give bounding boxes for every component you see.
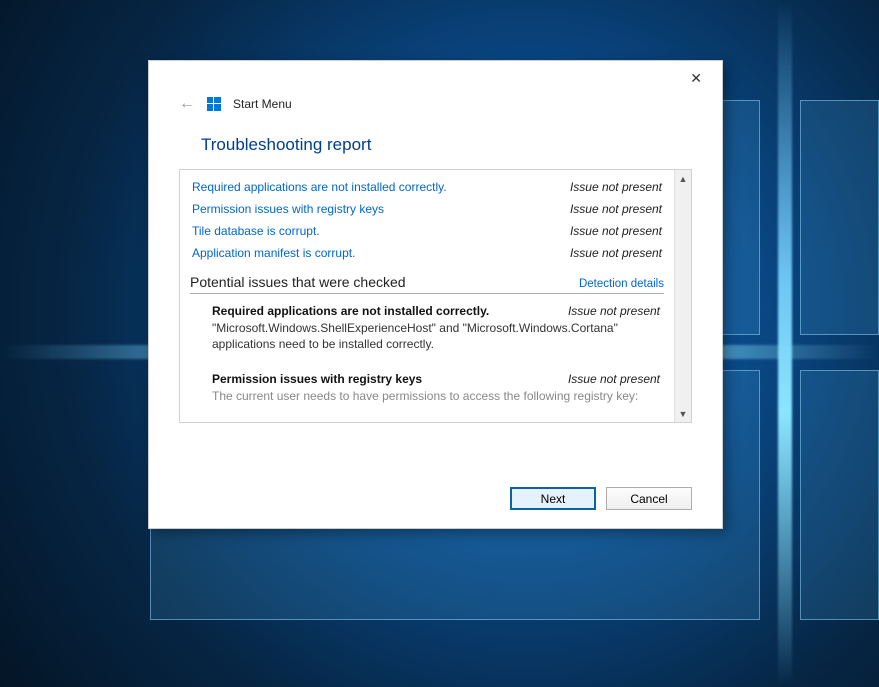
- detail-status: Issue not present: [568, 372, 660, 386]
- back-arrow-icon[interactable]: ←: [179, 95, 195, 113]
- detail-item: Permission issues with registry keys Iss…: [190, 362, 664, 414]
- issue-link[interactable]: Required applications are not installed …: [192, 180, 447, 194]
- section-title: Potential issues that were checked: [190, 274, 406, 290]
- detection-details-link[interactable]: Detection details: [579, 278, 664, 290]
- report-panel: Required applications are not installed …: [179, 169, 692, 423]
- detail-item: Required applications are not installed …: [190, 294, 664, 362]
- scrollbar[interactable]: ▲ ▼: [674, 170, 691, 422]
- titlebar: ✕: [149, 61, 722, 95]
- issue-row: Required applications are not installed …: [190, 176, 664, 198]
- issue-row: Application manifest is corrupt. Issue n…: [190, 242, 664, 264]
- scroll-down-icon[interactable]: ▼: [675, 405, 691, 422]
- troubleshooter-dialog: ✕ ← Start Menu Troubleshooting report Re…: [148, 60, 723, 529]
- issue-link[interactable]: Application manifest is corrupt.: [192, 246, 355, 260]
- issue-status: Issue not present: [570, 202, 662, 216]
- detail-description: The current user needs to have permissio…: [210, 388, 662, 412]
- scroll-up-icon[interactable]: ▲: [675, 170, 691, 187]
- issue-row: Permission issues with registry keys Iss…: [190, 198, 664, 220]
- issue-status: Issue not present: [570, 180, 662, 194]
- section-header: Potential issues that were checked Detec…: [190, 274, 664, 294]
- issue-status: Issue not present: [570, 224, 662, 238]
- issue-link[interactable]: Permission issues with registry keys: [192, 202, 384, 216]
- cancel-button[interactable]: Cancel: [606, 487, 692, 510]
- dialog-footer: Next Cancel: [149, 473, 722, 528]
- page-title: Troubleshooting report: [149, 121, 722, 169]
- header: ← Start Menu: [149, 95, 722, 121]
- next-button[interactable]: Next: [510, 487, 596, 510]
- close-icon[interactable]: ✕: [684, 66, 708, 91]
- app-title: Start Menu: [233, 97, 292, 111]
- detail-title: Permission issues with registry keys: [212, 372, 422, 386]
- detail-description: "Microsoft.Windows.ShellExperienceHost" …: [210, 320, 662, 360]
- issue-link[interactable]: Tile database is corrupt.: [192, 224, 320, 238]
- detail-title: Required applications are not installed …: [212, 304, 489, 318]
- detail-status: Issue not present: [568, 304, 660, 318]
- issue-status: Issue not present: [570, 246, 662, 260]
- windows-logo-icon: [207, 97, 221, 111]
- issue-row: Tile database is corrupt. Issue not pres…: [190, 220, 664, 242]
